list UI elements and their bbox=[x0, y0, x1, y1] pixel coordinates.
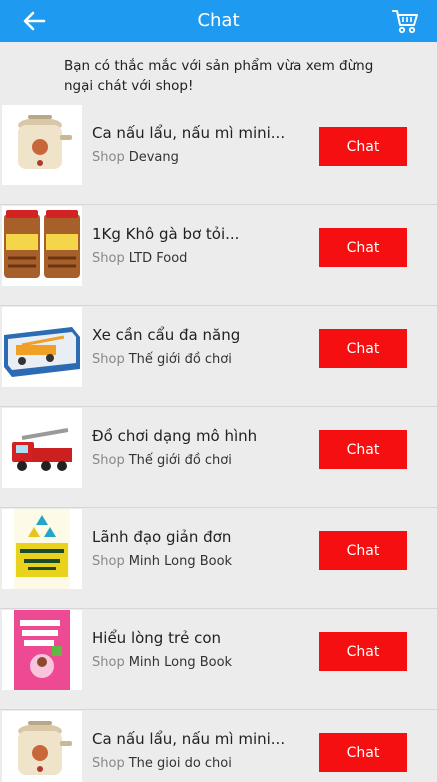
chat-button[interactable]: Chat bbox=[319, 632, 407, 671]
list-item[interactable]: Xe cần cẩu đa năng Shop Thế giới đồ chơi … bbox=[0, 306, 437, 407]
shop-name[interactable]: Devang bbox=[129, 150, 179, 165]
shopping-cart-icon[interactable] bbox=[390, 6, 420, 36]
product-name: Hiểu lòng trẻ con bbox=[92, 629, 222, 647]
shop-label: Shop bbox=[92, 251, 125, 266]
shop-name[interactable]: Minh Long Book bbox=[129, 655, 232, 670]
chat-notice: Bạn có thắc mắc với sản phẩm vừa xem đừn… bbox=[64, 58, 374, 94]
shop-label: Shop bbox=[92, 150, 125, 165]
app-header: Chat bbox=[0, 0, 437, 42]
shop-name[interactable]: Thế giới đồ chơi bbox=[129, 352, 232, 367]
shop-name[interactable]: Thế giới đồ chơi bbox=[129, 453, 232, 468]
product-name: Ca nấu lẩu, nấu mì mini... bbox=[92, 124, 286, 142]
product-image bbox=[2, 307, 82, 387]
product-list: Ca nấu lẩu, nấu mì mini... Shop Devang Ch… bbox=[0, 104, 437, 782]
shop-name[interactable]: Minh Long Book bbox=[129, 554, 232, 569]
list-item[interactable]: Đồ chơi dạng mô hình Shop Thế giới đồ chơ… bbox=[0, 407, 437, 508]
list-item[interactable]: Hiểu lòng trẻ con Shop Minh Long Book Cha… bbox=[0, 609, 437, 710]
shop-label: Shop bbox=[92, 352, 125, 367]
product-image bbox=[2, 105, 82, 185]
product-name: Đồ chơi dạng mô hình bbox=[92, 427, 258, 445]
chat-button[interactable]: Chat bbox=[319, 733, 407, 772]
shop-label: Shop bbox=[92, 655, 125, 670]
shop-name[interactable]: The gioi do choi bbox=[129, 756, 232, 771]
product-name: Lãnh đạo giản đơn bbox=[92, 528, 232, 546]
product-image bbox=[2, 509, 82, 589]
shop-line: Shop Minh Long Book bbox=[92, 554, 232, 569]
page-title: Chat bbox=[197, 10, 240, 31]
shop-label: Shop bbox=[92, 756, 125, 771]
list-item[interactable]: Ca nấu lẩu, nấu mì mini... Shop Devang Ch… bbox=[0, 104, 437, 205]
shop-line: Shop Devang bbox=[92, 150, 179, 165]
shop-line: Shop Thế giới đồ chơi bbox=[92, 352, 232, 367]
shop-name[interactable]: LTD Food bbox=[129, 251, 188, 266]
product-image bbox=[2, 408, 82, 488]
list-item[interactable]: Lãnh đạo giản đơn Shop Minh Long Book Cha… bbox=[0, 508, 437, 609]
shop-line: Shop Thế giới đồ chơi bbox=[92, 453, 232, 468]
shop-label: Shop bbox=[92, 453, 125, 468]
chat-button[interactable]: Chat bbox=[319, 531, 407, 570]
product-image bbox=[2, 610, 82, 690]
shop-line: Shop Minh Long Book bbox=[92, 655, 232, 670]
product-name: Ca nấu lẩu, nấu mì mini... bbox=[92, 730, 286, 748]
product-name: 1Kg Khô gà bơ tỏi... bbox=[92, 225, 240, 243]
shop-label: Shop bbox=[92, 554, 125, 569]
list-item[interactable]: 1Kg Khô gà bơ tỏi... Shop LTD Food Chat bbox=[0, 205, 437, 306]
chat-button[interactable]: Chat bbox=[319, 228, 407, 267]
product-image bbox=[2, 711, 82, 782]
chat-button[interactable]: Chat bbox=[319, 127, 407, 166]
product-name: Xe cần cẩu đa năng bbox=[92, 326, 241, 344]
chat-button[interactable]: Chat bbox=[319, 430, 407, 469]
list-item[interactable]: Ca nấu lẩu, nấu mì mini... Shop The gioi … bbox=[0, 710, 437, 782]
shop-line: Shop The gioi do choi bbox=[92, 756, 232, 771]
product-image bbox=[2, 206, 82, 286]
chat-button[interactable]: Chat bbox=[319, 329, 407, 368]
shop-line: Shop LTD Food bbox=[92, 251, 187, 266]
